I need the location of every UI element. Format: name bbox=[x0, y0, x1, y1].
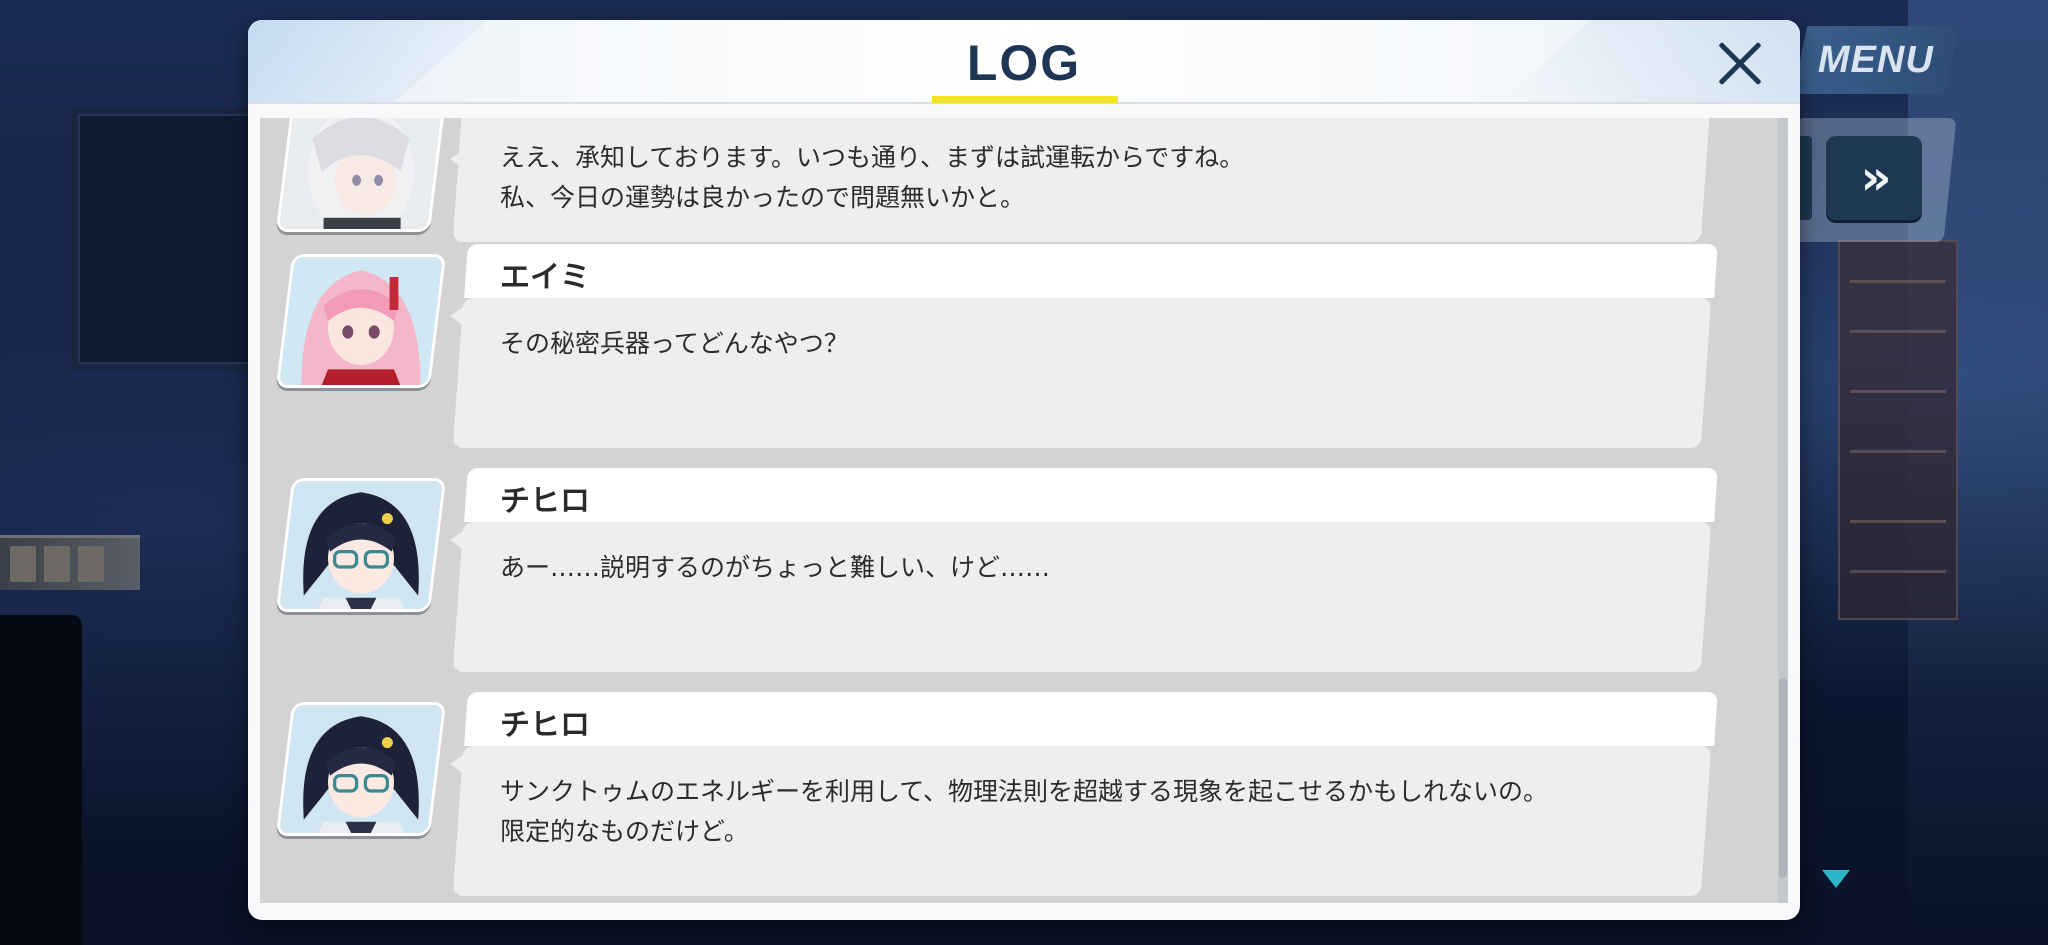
dark-haired-glasses-girl-avatar bbox=[275, 478, 447, 612]
dialogue-line: サンクトゥムのエネルギーを利用して、物理法則を超越する現象を起こせるかもしれない… bbox=[500, 777, 1549, 806]
dialogue-line: あー……説明するのがちょっと難しい、けど…… bbox=[500, 553, 1051, 582]
white-haired-girl-avatar bbox=[275, 118, 447, 232]
pink-haired-girl-avatar bbox=[275, 254, 447, 388]
fast-forward-button[interactable]: » bbox=[1826, 136, 1922, 220]
background-shadow bbox=[0, 615, 82, 945]
speaker-name: チヒロ bbox=[500, 708, 590, 743]
speaker-name-bar bbox=[464, 468, 1718, 522]
dialogue-line: ええ、承知しております。いつも通り、まずは試運転からですね。 bbox=[500, 143, 1245, 172]
log-dialog: LOG ええ、承知しております。いつも通り、まずは試運転からですね。 私、今日の… bbox=[248, 20, 1800, 920]
background-wall-frame bbox=[72, 108, 264, 370]
dialogue-bubble bbox=[452, 298, 1712, 448]
close-icon[interactable] bbox=[1708, 32, 1772, 96]
dialogue-bubble bbox=[452, 522, 1712, 672]
log-scrollbar-thumb[interactable] bbox=[1779, 678, 1787, 878]
background-control-panel bbox=[1838, 240, 1958, 620]
log-list[interactable]: ええ、承知しております。いつも通り、まずは試運転からですね。 私、今日の運勢は良… bbox=[260, 118, 1788, 903]
menu-button[interactable]: MENU bbox=[1792, 26, 1960, 94]
log-entry: ええ、承知しております。いつも通り、まずは試運転からですね。 私、今日の運勢は良… bbox=[260, 118, 1760, 242]
log-entry: エイミ その秘密兵器ってどんなやつ？ bbox=[260, 244, 1760, 454]
dialogue-line: 限定的なものだけど。 bbox=[500, 817, 749, 846]
fast-forward-icon: » bbox=[1860, 150, 1891, 206]
speaker-name-bar bbox=[464, 244, 1718, 298]
log-entry: チヒロ あー……説明するのがちょっと難しい、けど…… bbox=[260, 468, 1760, 678]
speaker-name: エイミ bbox=[500, 260, 590, 295]
log-scrollbar[interactable] bbox=[1778, 118, 1788, 903]
log-title: LOG bbox=[966, 35, 1082, 91]
speaker-name-bar bbox=[464, 692, 1718, 746]
dialogue-line: その秘密兵器ってどんなやつ？ bbox=[500, 329, 849, 358]
dialogue-line: 私、今日の運勢は良かったので問題無いかと。 bbox=[500, 183, 1026, 212]
speaker-name: チヒロ bbox=[500, 484, 590, 519]
log-entry: チヒロ サンクトゥムのエネルギーを利用して、物理法則を超越する現象を起こせるかも… bbox=[260, 692, 1760, 902]
menu-button-label: MENU bbox=[1818, 38, 1934, 81]
triangle-down-icon[interactable] bbox=[1822, 870, 1850, 888]
background-shelf bbox=[0, 535, 140, 590]
title-underline bbox=[932, 96, 1118, 103]
dark-haired-glasses-girl-avatar bbox=[275, 702, 447, 836]
